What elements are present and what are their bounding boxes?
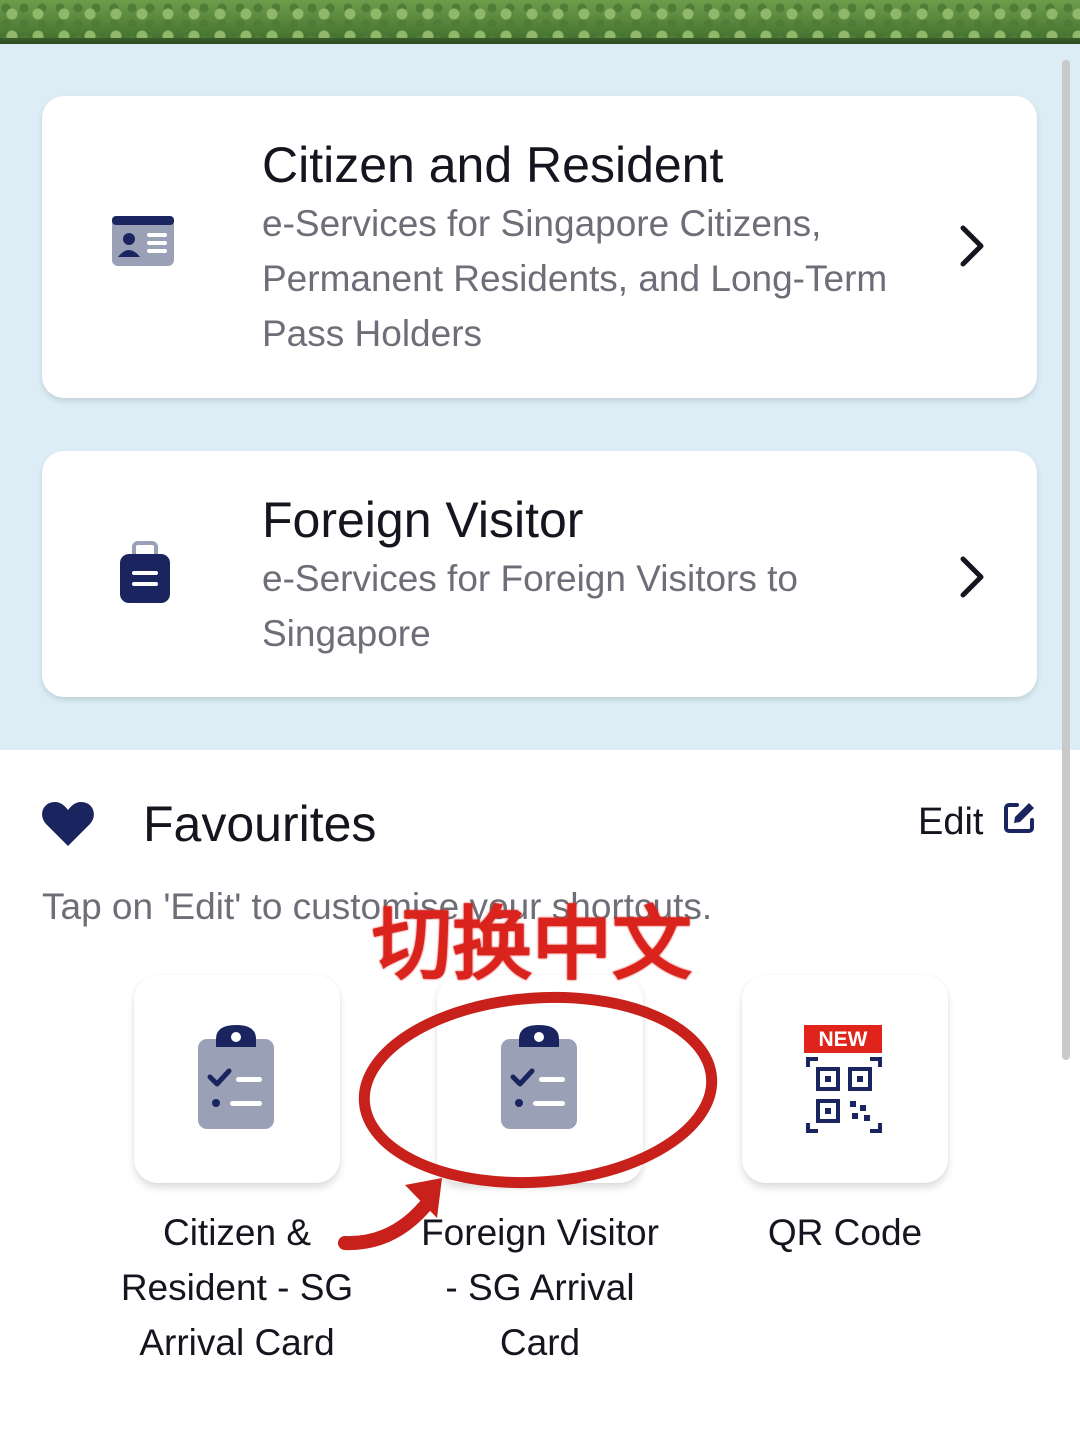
heart-icon (40, 800, 96, 853)
edit-icon (1003, 800, 1037, 844)
shortcut-label-citizen: Citizen & Resident - SG Arrival Card (120, 1212, 354, 1363)
citizen-resident-title: Citizen and Resident (262, 137, 724, 193)
id-card-icon (110, 214, 176, 273)
edit-label: Edit (918, 800, 984, 843)
edit-button[interactable]: Edit (918, 800, 1037, 844)
shortcut-label-qr: QR Code (767, 1212, 923, 1253)
chevron-right-icon (955, 224, 989, 273)
clipboard-checklist-icon (501, 1025, 577, 1129)
header-hedge-image (0, 0, 1080, 44)
chevron-right-icon (955, 555, 989, 604)
shortcut-citizen-arrival-card[interactable] (134, 975, 340, 1183)
citizen-resident-card[interactable]: Citizen and Resident e-Services for Sing… (42, 96, 1037, 398)
citizen-resident-description: e-Services for Singapore Citizens, Perma… (262, 203, 888, 354)
foreign-visitor-title: Foreign Visitor (262, 492, 584, 548)
foreign-visitor-card[interactable]: Foreign Visitor e-Services for Foreign V… (42, 451, 1037, 697)
new-badge: NEW (819, 1028, 868, 1051)
qr-code-icon: NEW (804, 1025, 882, 1133)
shortcut-label-foreign: Foreign Visitor - SG Arrival Card (421, 1212, 659, 1363)
favourites-title: Favourites (143, 796, 377, 852)
luggage-icon (110, 541, 180, 610)
scrollbar[interactable] (1062, 60, 1070, 1060)
shortcut-foreign-arrival-card[interactable] (437, 975, 643, 1183)
shortcut-qr-code[interactable]: NEW (742, 975, 948, 1183)
annotation-text: 切换中文 (372, 898, 692, 991)
clipboard-checklist-icon (198, 1025, 274, 1129)
foreign-visitor-description: e-Services for Foreign Visitors to Singa… (262, 558, 799, 654)
